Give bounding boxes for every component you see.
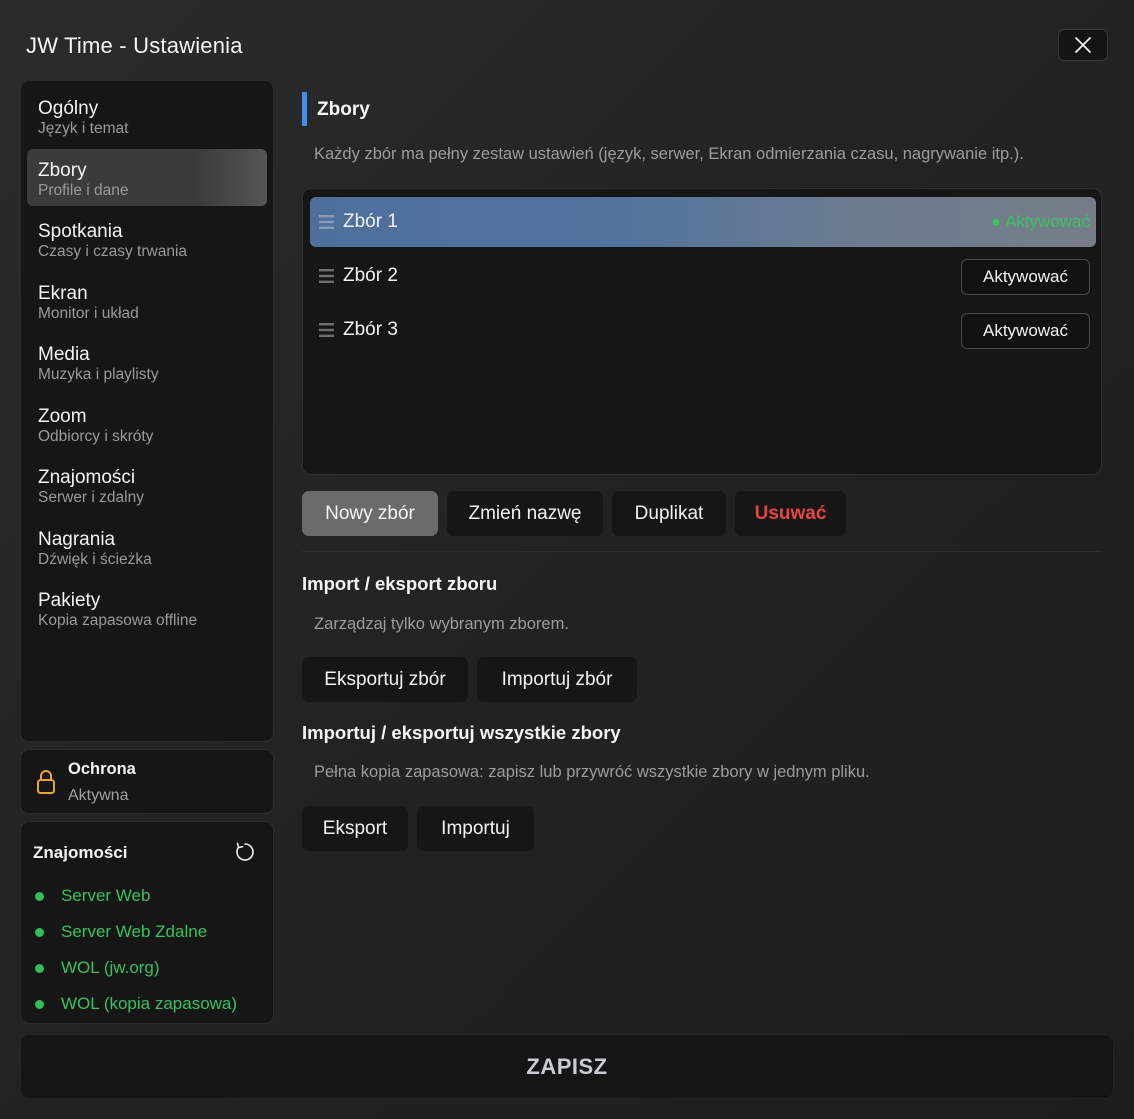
sidebar-item-label: Nagrania	[38, 528, 116, 550]
section-title: Zbory	[317, 99, 370, 120]
export-congregation-button[interactable]: Eksportuj zbór	[302, 657, 468, 702]
connections-title: Znajomości	[33, 843, 128, 862]
congregation-name: Zbór 1	[343, 211, 398, 232]
section-accent-bar	[302, 92, 307, 126]
sidebar-item-label: Pakiety	[38, 590, 101, 611]
protection-status: Aktywna	[68, 787, 129, 804]
sidebar-item-connections[interactable]: Znajomości Serwer i zdalny	[27, 456, 267, 513]
active-status: ● Aktywować	[990, 212, 1090, 231]
connection-item: Server Web	[35, 878, 237, 914]
duplicate-button[interactable]: Duplikat	[612, 491, 726, 536]
sidebar-item-label: Znajomości	[38, 467, 136, 488]
congregation-row-1[interactable]: Zbór 1 ● Aktywować	[310, 197, 1096, 247]
sidebar-item-label: Zoom	[38, 405, 87, 427]
drag-handle-icon[interactable]	[319, 215, 334, 229]
connection-label: Server Web Zdalne	[61, 922, 208, 941]
sidebar-item-sublabel: Czasy i czasy trwania	[38, 243, 188, 260]
drag-handle-icon[interactable]	[319, 323, 334, 337]
sidebar-item-sublabel: Profile i dane	[38, 181, 129, 199]
sidebar-item-label: Zbory	[38, 159, 87, 181]
sidebar-item-general[interactable]: Ogólny Język i temat	[27, 87, 267, 144]
sidebar-item-label: Spotkania	[38, 221, 123, 242]
congregation-name: Zbór 3	[343, 319, 398, 340]
sidebar-item-sublabel: Język i temat	[38, 120, 129, 137]
connection-item: WOL (jw.org)	[35, 950, 237, 986]
close-icon	[1075, 37, 1091, 53]
congregation-row-2[interactable]: Zbór 2 Aktywować	[310, 251, 1096, 301]
congregation-row-3[interactable]: Zbór 3 Aktywować	[310, 305, 1096, 355]
divider	[302, 551, 1102, 552]
sidebar-item-label: Ogólny	[38, 98, 99, 119]
congregation-name: Zbór 2	[343, 265, 398, 286]
sidebar-item-sublabel: Kopia zapasowa offline	[38, 612, 198, 629]
sidebar-item-recordings[interactable]: Nagrania Dźwięk i ścieżka	[27, 518, 267, 575]
new-congregation-button[interactable]: Nowy zbór	[302, 491, 438, 536]
connection-label: WOL (jw.org)	[61, 958, 160, 977]
sidebar-item-meetings[interactable]: Spotkania Czasy i czasy trwania	[27, 210, 267, 267]
connection-label: Server Web	[61, 886, 151, 905]
window-title: JW Time - Ustawienia	[26, 33, 243, 58]
import-export-one-description: Zarządzaj tylko wybranym zborem.	[314, 615, 569, 633]
close-button[interactable]	[1058, 29, 1108, 61]
connection-label: WOL (kopia zapasowa)	[61, 994, 238, 1013]
sidebar-item-congregations[interactable]: Zbory Profile i dane	[27, 148, 267, 206]
sidebar-item-sublabel: Dźwięk i ścieżka	[38, 550, 152, 568]
sidebar-item-zoom[interactable]: Zoom Odbiorcy i skróty	[27, 395, 267, 452]
status-dot-icon	[35, 927, 44, 937]
sidebar-item-screen[interactable]: Ekran Monitor i układ	[27, 272, 267, 329]
protection-card[interactable]: Ochrona Aktywna	[20, 749, 274, 814]
import-export-one-title: Import / eksport zboru	[302, 573, 498, 594]
sidebar-item-sublabel: Serwer i zdalny	[38, 489, 144, 506]
sidebar-item-packages[interactable]: Pakiety Kopia zapasowa offline	[27, 579, 267, 636]
save-button[interactable]: ZAPISZ	[20, 1034, 1114, 1099]
status-dot-icon	[35, 891, 44, 901]
status-dot-icon	[35, 999, 44, 1009]
rename-button[interactable]: Zmień nazwę	[447, 491, 603, 536]
sidebar-item-label: Media	[38, 344, 90, 365]
import-all-button[interactable]: Importuj	[417, 806, 534, 851]
section-description: Każdy zbór ma pełny zestaw ustawień (jęz…	[314, 145, 1024, 163]
export-all-button[interactable]: Eksport	[302, 806, 408, 851]
sidebar-item-sublabel: Muzyka i playlisty	[38, 366, 159, 383]
connection-item: WOL (kopia zapasowa)	[35, 986, 237, 1022]
congregation-list: Zbór 1 ● Aktywować Zbór 2 Aktywować Zbór…	[302, 188, 1102, 475]
sidebar-item-label: Ekran	[38, 282, 88, 304]
protection-title: Ochrona	[68, 760, 136, 778]
connections-list: Server Web Server Web Zdalne WOL (jw.org…	[35, 878, 237, 1022]
status-dot-icon	[35, 963, 44, 973]
connection-item: Server Web Zdalne	[35, 914, 237, 950]
refresh-icon[interactable]	[234, 841, 256, 863]
sidebar: Ogólny Język i temat Zbory Profile i dan…	[20, 80, 274, 742]
drag-handle-icon[interactable]	[319, 269, 334, 283]
sidebar-item-sublabel: Monitor i układ	[38, 304, 139, 322]
sidebar-item-media[interactable]: Media Muzyka i playlisty	[27, 333, 267, 390]
import-congregation-button[interactable]: Importuj zbór	[477, 657, 637, 702]
activate-button[interactable]: Aktywować	[961, 313, 1090, 349]
delete-button[interactable]: Usuwać	[735, 491, 846, 536]
connections-card: Znajomości Server Web Server Web Zdalne …	[20, 821, 274, 1024]
sidebar-item-sublabel: Odbiorcy i skróty	[38, 427, 154, 445]
import-export-all-title: Importuj / eksportuj wszystkie zbory	[302, 722, 621, 743]
lock-icon	[37, 770, 55, 794]
activate-button[interactable]: Aktywować	[961, 259, 1090, 295]
import-export-all-description: Pełna kopia zapasowa: zapisz lub przywró…	[314, 763, 870, 781]
